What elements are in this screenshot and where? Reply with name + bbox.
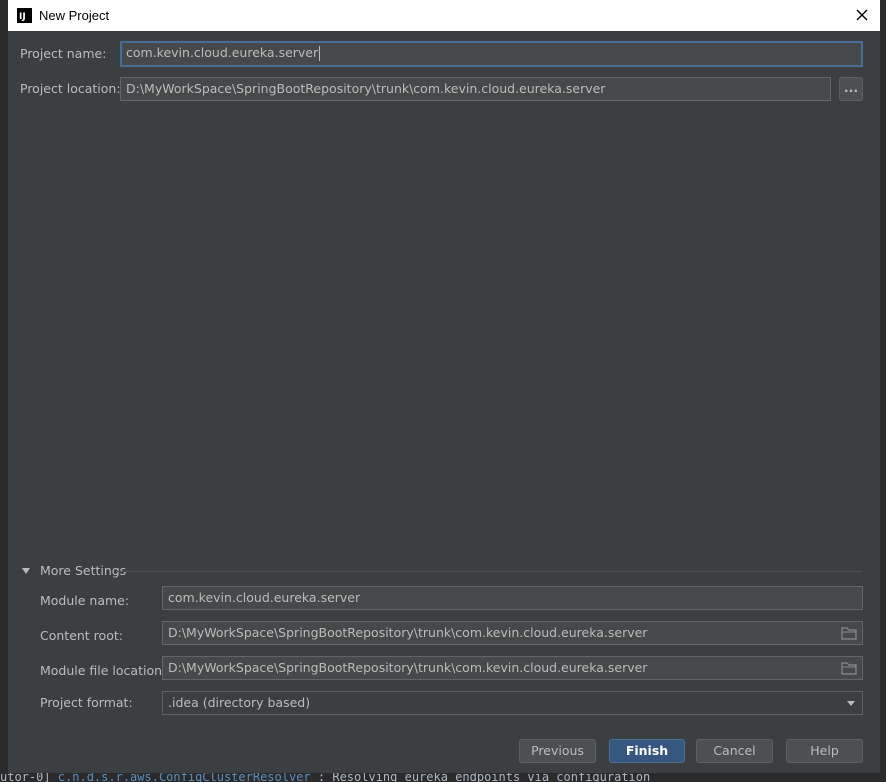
browse-label: ... [843,80,859,95]
project-location-input[interactable]: D:\MyWorkSpace\SpringBootRepository\trun… [120,77,831,101]
previous-button-label: Previous [531,743,584,758]
chevron-down-icon [847,701,855,706]
more-settings-separator [116,571,862,572]
more-settings-title: More Settings [40,563,127,578]
help-button-label: Help [810,743,839,758]
project-format-value: .idea (directory based) [168,695,311,710]
module-name-value: com.kevin.cloud.eureka.server [168,590,361,605]
project-name-value: com.kevin.cloud.eureka.server [126,45,319,60]
text-caret [319,46,321,61]
module-name-input[interactable]: com.kevin.cloud.eureka.server [162,586,863,610]
previous-button[interactable]: Previous [519,739,596,763]
new-project-dialog: IJ New Project Project name: com.kevin.c… [8,0,880,773]
cancel-button[interactable]: Cancel [696,739,773,763]
app-icon-text: IJ [19,12,26,22]
browse-location-button[interactable]: ... [839,77,863,101]
folder-icon[interactable] [841,661,857,675]
window-title: New Project [39,8,110,23]
finish-button[interactable]: Finish [609,739,685,763]
console-message: : Resolving eureka endpoints via configu… [310,772,651,782]
console-logger: c.n.d.s.r.aws.ConfigClusterResolver [57,772,311,782]
background-editor-right [880,0,886,782]
background-console-line: utor-0] c.n.d.s.r.aws.ConfigClusterResol… [0,772,886,782]
help-button[interactable]: Help [786,739,863,763]
background-editor-left [0,0,8,782]
close-icon[interactable] [852,5,872,25]
cancel-button-label: Cancel [713,743,756,758]
project-name-label: Project name: [20,46,107,61]
content-root-label: Content root: [40,628,123,643]
content-root-input[interactable]: D:\MyWorkSpace\SpringBootRepository\trun… [162,621,863,645]
project-format-select[interactable]: .idea (directory based) [162,691,863,715]
title-bar: IJ New Project [8,0,880,31]
module-file-location-label: Module file location: [40,663,167,678]
expand-triangle-icon [22,567,30,574]
project-location-value: D:\MyWorkSpace\SpringBootRepository\trun… [126,81,606,96]
project-name-input[interactable]: com.kevin.cloud.eureka.server [120,41,863,67]
module-file-location-input[interactable]: D:\MyWorkSpace\SpringBootRepository\trun… [162,656,863,680]
project-format-label: Project format: [40,695,133,710]
content-root-value: D:\MyWorkSpace\SpringBootRepository\trun… [168,625,648,640]
more-settings-toggle[interactable]: More Settings [22,563,126,578]
console-thread: utor-0] [0,772,58,782]
module-file-location-value: D:\MyWorkSpace\SpringBootRepository\trun… [168,660,648,675]
finish-button-label: Finish [625,743,669,758]
intellij-app-icon: IJ [17,8,32,23]
project-location-label: Project location: [20,81,121,96]
folder-icon[interactable] [841,626,857,640]
module-name-label: Module name: [40,593,130,608]
